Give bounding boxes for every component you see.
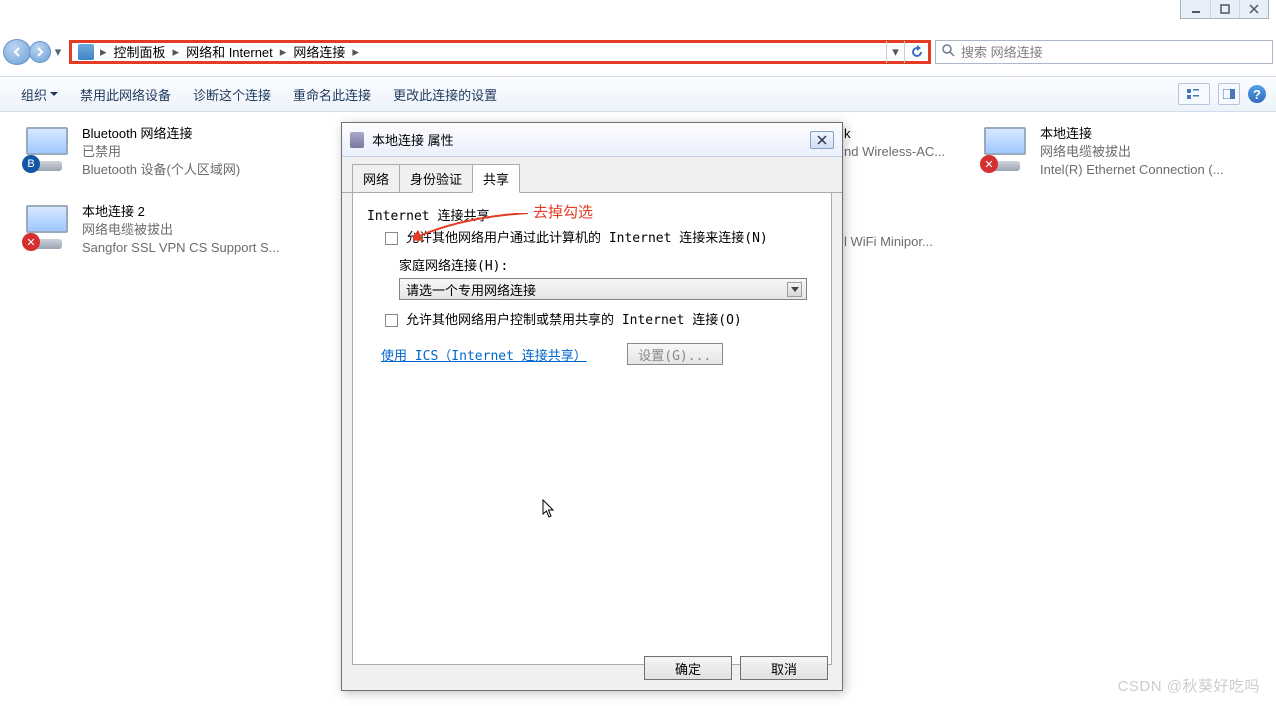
home-connection-dropdown[interactable]: 请选一个专用网络连接 <box>399 278 807 300</box>
rename-button[interactable]: 重命名此连接 <box>282 80 382 109</box>
view-options-button[interactable] <box>1178 83 1210 105</box>
tab-authentication[interactable]: 身份验证 <box>399 164 473 193</box>
connection-device: l WiFi Minipor... <box>844 233 974 251</box>
search-placeholder: 搜索 网络连接 <box>961 42 1043 61</box>
nav-history-dropdown[interactable]: ▾ <box>51 39 65 65</box>
breadcrumb-dropdown[interactable]: ▾ <box>886 41 904 63</box>
tab-sharing[interactable]: 共享 <box>472 164 520 193</box>
tab-row: 网络 身份验证 共享 <box>342 157 842 193</box>
watermark: CSDN @秋葵好吃吗 <box>1118 675 1260 696</box>
connection-item[interactable]: l WiFi Minipor... <box>844 233 974 251</box>
ok-button[interactable]: 确定 <box>644 656 732 680</box>
connection-title: 本地连接 <box>1040 125 1270 143</box>
connection-status: 网络电缆被拔出 <box>82 221 342 239</box>
address-bar: ▾ ▸ 控制面板 ▸ 网络和 Internet ▸ 网络连接 ▸ ▾ 搜索 网络… <box>3 37 1273 66</box>
maximize-button[interactable] <box>1210 0 1239 18</box>
minimize-button[interactable] <box>1181 0 1210 18</box>
connection-item[interactable]: B Bluetooth 网络连接 已禁用 Bluetooth 设备(个人区域网) <box>22 125 342 179</box>
option-allow-share[interactable]: 允许其他网络用户通过此计算机的 Internet 连接来连接(N) <box>385 230 817 247</box>
organize-menu[interactable]: 组织 <box>10 80 69 109</box>
dialog-titlebar[interactable]: 本地连接 属性 <box>342 123 842 157</box>
chevron-right-icon: ▸ <box>278 44 289 60</box>
chevron-right-icon: ▸ <box>98 44 109 60</box>
settings-button[interactable]: 设置(G)... <box>627 343 723 365</box>
checkbox[interactable] <box>385 314 398 327</box>
connection-title: Bluetooth 网络连接 <box>82 125 342 143</box>
connection-icon: B <box>22 125 74 173</box>
forward-button[interactable] <box>29 41 51 63</box>
connection-status: 已禁用 <box>82 143 342 161</box>
command-bar: 组织 禁用此网络设备 诊断这个连接 重命名此连接 更改此连接的设置 ? <box>0 76 1276 112</box>
option-label: 允许其他网络用户通过此计算机的 Internet 连接来连接(N) <box>406 230 768 247</box>
option-label: 允许其他网络用户控制或禁用共享的 Internet 连接(O) <box>406 312 742 329</box>
change-settings-button[interactable]: 更改此连接的设置 <box>382 80 508 109</box>
connection-device: Bluetooth 设备(个人区域网) <box>82 161 342 179</box>
preview-pane-button[interactable] <box>1218 83 1240 105</box>
caret-down-icon <box>50 92 58 96</box>
connection-item[interactable]: ✕ 本地连接 2 网络电缆被拔出 Sangfor SSL VPN CS Supp… <box>22 203 342 257</box>
bluetooth-badge-icon: B <box>22 155 40 173</box>
checkbox[interactable] <box>385 232 398 245</box>
dropdown-arrow-icon <box>787 282 802 297</box>
ics-link[interactable]: 使用 ICS（Internet 连接共享） <box>381 345 587 364</box>
nav-buttons: ▾ <box>3 39 65 65</box>
refresh-button[interactable] <box>904 41 928 63</box>
properties-dialog: 本地连接 属性 网络 身份验证 共享 Internet 连接共享 去掉勾选 允许… <box>341 122 843 691</box>
annotation-label: 去掉勾选 <box>533 201 593 222</box>
disable-device-button[interactable]: 禁用此网络设备 <box>69 80 182 109</box>
dropdown-value: 请选一个专用网络连接 <box>406 280 536 299</box>
x-badge-icon: ✕ <box>22 233 40 251</box>
x-badge-icon: ✕ <box>980 155 998 173</box>
window-controls <box>1180 0 1269 19</box>
connection-device: Sangfor SSL VPN CS Support S... <box>82 239 342 257</box>
search-icon <box>942 44 955 60</box>
connection-item[interactable]: k nd Wireless-AC... <box>844 125 974 161</box>
chevron-right-icon: ▸ <box>171 44 182 60</box>
help-button[interactable]: ? <box>1248 85 1266 103</box>
cancel-button[interactable]: 取消 <box>740 656 828 680</box>
home-connection-label: 家庭网络连接(H): <box>399 255 817 274</box>
breadcrumb-item[interactable]: 控制面板 <box>109 42 171 61</box>
dialog-title: 本地连接 属性 <box>372 130 454 149</box>
back-button[interactable] <box>3 39 31 65</box>
chevron-right-icon: ▸ <box>350 44 361 60</box>
connection-status: 网络电缆被拔出 <box>1040 143 1270 161</box>
breadcrumb-item[interactable]: 网络连接 <box>288 42 350 61</box>
close-button[interactable] <box>1239 0 1268 18</box>
connection-device: Intel(R) Ethernet Connection (... <box>1040 161 1270 179</box>
connection-item[interactable]: ✕ 本地连接 网络电缆被拔出 Intel(R) Ethernet Connect… <box>980 125 1270 179</box>
breadcrumb[interactable]: ▸ 控制面板 ▸ 网络和 Internet ▸ 网络连接 ▸ ▾ <box>69 40 931 64</box>
breadcrumb-item[interactable]: 网络和 Internet <box>181 42 278 61</box>
location-icon <box>78 44 94 60</box>
tab-network[interactable]: 网络 <box>352 164 400 193</box>
tab-panel-sharing: Internet 连接共享 去掉勾选 允许其他网络用户通过此计算机的 Inter… <box>352 193 832 665</box>
connection-icon: ✕ <box>22 203 74 251</box>
connection-title: 本地连接 2 <box>82 203 342 221</box>
option-allow-control[interactable]: 允许其他网络用户控制或禁用共享的 Internet 连接(O) <box>385 312 817 329</box>
connection-icon: ✕ <box>980 125 1032 173</box>
connection-title: k <box>844 125 974 143</box>
connection-device: nd Wireless-AC... <box>844 143 974 161</box>
dialog-icon <box>350 132 364 148</box>
diagnose-button[interactable]: 诊断这个连接 <box>182 80 282 109</box>
cursor-icon <box>542 499 556 522</box>
dialog-close-button[interactable] <box>810 131 834 149</box>
search-input[interactable]: 搜索 网络连接 <box>935 40 1273 64</box>
